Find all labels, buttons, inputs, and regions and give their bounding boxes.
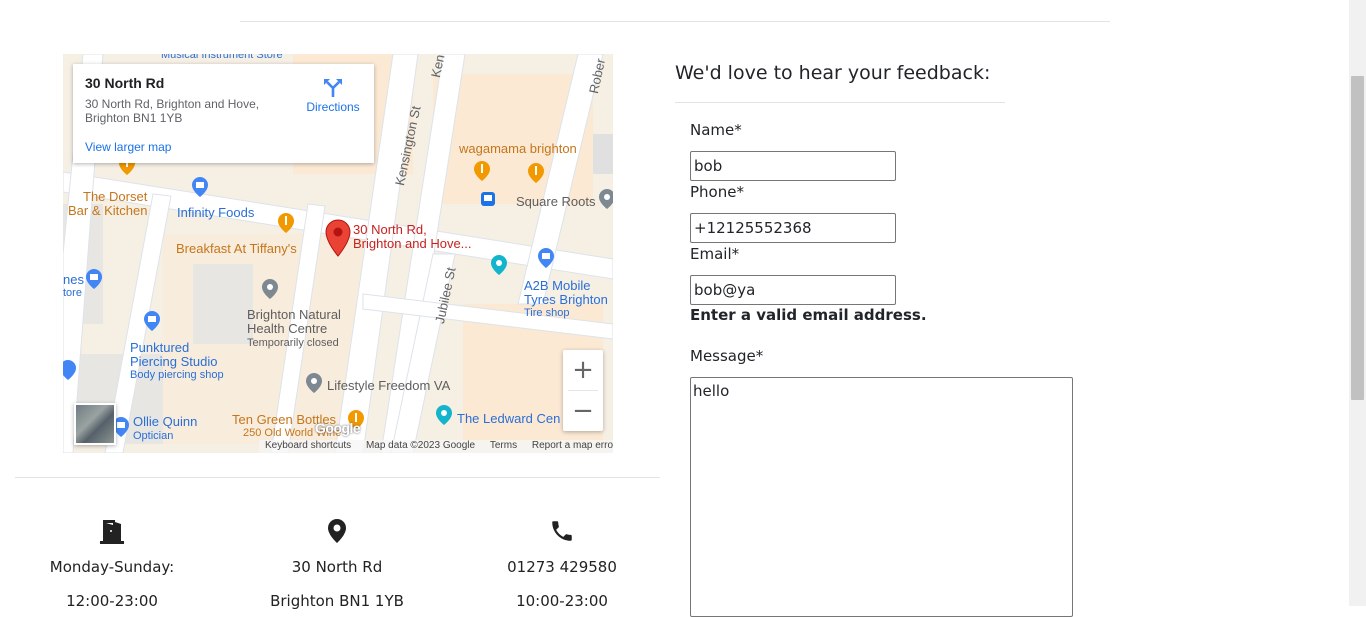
map-label: nes: [63, 272, 84, 287]
name-field[interactable]: [690, 151, 896, 181]
map-label: Temporarily closed: [247, 337, 339, 349]
message-field[interactable]: hello: [690, 377, 1073, 617]
map-label: Brighton Natural: [247, 307, 341, 322]
map-label: tore: [63, 287, 82, 299]
map-label: Ollie Quinn: [133, 414, 198, 429]
phone-block: 01273 429580 10:00-23:00: [447, 516, 677, 610]
email-error-message: Enter a valid email address.: [690, 306, 927, 324]
directions-button[interactable]: Directions: [301, 76, 365, 114]
map-label: Tire shop: [524, 307, 570, 319]
feedback-divider: [675, 102, 1005, 103]
directions-label: Directions: [306, 100, 360, 114]
restaurant-pin-icon[interactable]: [473, 160, 491, 182]
restaurant-pin-icon[interactable]: [277, 212, 295, 234]
place-pin-icon[interactable]: [261, 278, 279, 300]
email-label: Email*: [690, 245, 740, 263]
map-zoom-control: + −: [563, 350, 603, 431]
map-place-address: 30 North Rd, Brighton and Hove, Brighton…: [85, 97, 260, 125]
place-pin-icon[interactable]: [305, 372, 323, 394]
selected-location-pin-icon[interactable]: [325, 219, 351, 257]
phone-number: 01273 429580: [507, 558, 617, 576]
map-label: A2B Mobile: [524, 278, 591, 293]
message-label: Message*: [690, 347, 764, 365]
map-label: Musical Instrument Store: [161, 54, 283, 61]
map-label: The Dorset: [83, 189, 148, 204]
map-label: Piercing Studio: [130, 354, 218, 369]
hours-block: Monday-Sunday: 12:00-23:00: [0, 516, 227, 610]
map-label: Bar & Kitchen: [68, 203, 148, 218]
address-street: 30 North Rd: [291, 558, 383, 576]
map-label: 30 North Rd,: [353, 222, 427, 237]
map-info-card: 30 North Rd 30 North Rd, Brighton and Ho…: [73, 64, 374, 163]
shopping-bag-pin-icon[interactable]: [85, 268, 103, 290]
hours-time: 12:00-23:00: [66, 592, 158, 610]
map-attribution: Keyboard shortcuts Map data ©2023 Google…: [259, 440, 613, 453]
terms-link[interactable]: Terms: [490, 440, 517, 451]
section-divider: [15, 477, 660, 478]
map-label: The Ledward Cen: [457, 411, 561, 426]
map-label: Breakfast At Tiffany's: [176, 241, 297, 256]
directions-icon: [324, 79, 342, 97]
keyboard-shortcuts-link[interactable]: Keyboard shortcuts: [265, 440, 351, 451]
attraction-pin-icon[interactable]: [435, 404, 453, 426]
map-label: Health Centre: [247, 321, 328, 336]
address-postcode: Brighton BN1 1YB: [270, 592, 404, 610]
map-embed[interactable]: Musical Instrument Store ers Kensington …: [63, 54, 613, 453]
hours-days: Monday-Sunday:: [49, 558, 175, 576]
shopping-bag-pin-icon[interactable]: [63, 359, 77, 381]
map-label: Body piercing shop: [130, 369, 224, 381]
phone-hours: 10:00-23:00: [516, 592, 608, 610]
satellite-toggle-button[interactable]: [74, 403, 116, 445]
email-field[interactable]: [690, 275, 896, 305]
map-place-title: 30 North Rd: [85, 75, 165, 91]
restaurant-pin-icon[interactable]: [527, 162, 545, 184]
shopping-bag-pin-icon[interactable]: [537, 247, 555, 269]
shopping-bag-pin-icon[interactable]: [191, 176, 209, 198]
phone-label: Phone*: [690, 183, 744, 201]
door-icon: [100, 520, 124, 544]
view-larger-map-link[interactable]: View larger map: [85, 140, 171, 154]
location-pin-icon: [328, 519, 346, 543]
zoom-in-button[interactable]: +: [563, 350, 603, 390]
map-label: Tyres Brighton: [524, 292, 608, 307]
page-scrollbar[interactable]: [1349, 0, 1366, 606]
map-data-text: Map data ©2023 Google: [365, 440, 476, 451]
scrollbar-thumb[interactable]: [1351, 76, 1364, 400]
feedback-title: We'd love to hear your feedback:: [675, 62, 991, 84]
map-label: Lifestyle Freedom VA: [327, 378, 451, 393]
phone-icon: [552, 521, 572, 541]
address-block: 30 North Rd Brighton BN1 1YB: [222, 516, 452, 610]
name-label: Name*: [690, 121, 742, 139]
report-map-error-link[interactable]: Report a map error: [532, 440, 613, 451]
bus-stop-icon[interactable]: [480, 191, 496, 207]
top-divider: [240, 21, 1110, 22]
phone-field[interactable]: [690, 213, 896, 243]
map-label: Brighton and Hove...: [353, 236, 472, 251]
zoom-out-button[interactable]: −: [563, 391, 603, 431]
map-label: Punktured: [130, 340, 190, 355]
shopping-bag-pin-icon[interactable]: [143, 310, 161, 332]
map-label: Optician: [133, 430, 174, 442]
google-logo: Google: [315, 420, 361, 436]
map-label: wagamama brighton: [459, 141, 577, 156]
map-label: Square Roots: [516, 194, 596, 209]
attraction-pin-icon[interactable]: [490, 254, 508, 276]
place-pin-icon[interactable]: [598, 188, 613, 210]
map-label: Infinity Foods: [177, 205, 255, 220]
